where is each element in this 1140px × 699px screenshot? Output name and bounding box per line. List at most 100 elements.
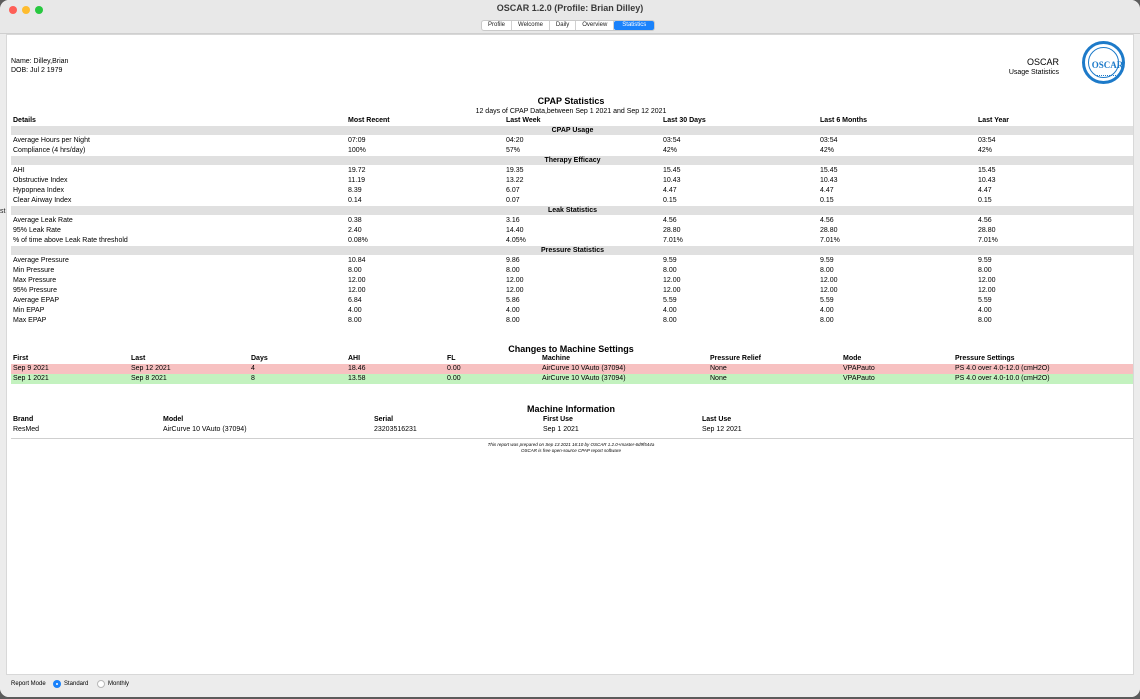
machine-row: ResMed AirCurve 10 VAuto (37094) 232035162… (11, 425, 1133, 435)
patient-info: Name: Dilley,Brian DOB: Jul 2 1979 (11, 57, 68, 75)
cpap-stats-subtitle: 12 days of CPAP Data,between Sep 1 2021 … (475, 108, 667, 115)
tab-statistics[interactable]: Statistics (614, 21, 655, 30)
changes-header-row-cell: FL (447, 355, 456, 362)
section-band: Leak Statistics (11, 206, 1133, 215)
monthly-label[interactable]: Monthly (108, 681, 129, 687)
logo-ring: OSCAR (1088, 47, 1123, 78)
stat-row-cell: 4.05% (506, 237, 526, 244)
stat-row-cell: 8.00 (348, 267, 362, 274)
stat-row-cell: 03:54 (820, 137, 838, 144)
app-window: OSCAR 1.2.0 (Profile: Brian Dilley) Prof… (0, 0, 1140, 697)
tab-overview[interactable]: Overview (576, 21, 615, 30)
standard-radio[interactable] (53, 680, 61, 688)
stat-row-cell: 8.00 (978, 267, 992, 274)
stat-row-cell: Hypopnea Index (13, 187, 64, 194)
stat-row-cell: 100% (348, 147, 366, 154)
stat-row-cell: 4.00 (820, 307, 834, 314)
stat-row-cell: 12.00 (663, 277, 681, 284)
stat-row-cell: 28.80 (820, 227, 838, 234)
cpap-header-row-cell: Most Recent (348, 117, 390, 124)
changes-title: Changes to Machine Settings (508, 344, 634, 354)
stat-row-cell: 10.84 (348, 257, 366, 264)
stat-row-cell: 28.80 (978, 227, 996, 234)
oscar-logo-icon: OSCAR (1082, 41, 1125, 84)
stat-row-cell: 8.00 (978, 317, 992, 324)
settings-row-cell: VPAPauto (843, 365, 875, 372)
stat-row-cell: 12.00 (978, 287, 996, 294)
stat-row-cell: 10.43 (663, 177, 681, 184)
stat-row-cell: Min Pressure (13, 267, 55, 274)
tab-daily[interactable]: Daily (550, 21, 577, 30)
stat-row-cell: 3.16 (506, 217, 520, 224)
patient-dob: DOB: Jul 2 1979 (11, 67, 63, 74)
stat-row-cell: 7.01% (978, 237, 998, 244)
cpap-header-row-cell: Details (13, 117, 36, 124)
monthly-radio[interactable] (97, 680, 105, 688)
stat-row-cell: 4.56 (663, 217, 677, 224)
standard-label[interactable]: Standard (64, 681, 88, 687)
tab-welcome[interactable]: Welcome (512, 21, 550, 30)
machine-header-row-cell: First Use (543, 416, 573, 423)
stat-row-cell: AHI (13, 167, 25, 174)
stat-row-cell: 07:09 (348, 137, 366, 144)
settings-row-cell: AirCurve 10 VAuto (37094) (542, 365, 626, 372)
stat-row-cell: 9.59 (820, 257, 834, 264)
stat-row-cell: 8.00 (506, 267, 520, 274)
stat-row-cell: Average Hours per Night (13, 137, 90, 144)
stat-row-cell: 12.00 (348, 277, 366, 284)
stat-row-cell: 42% (663, 147, 678, 154)
settings-row-cell: 0.00 (447, 365, 461, 372)
stat-row-cell: 0.07 (506, 197, 520, 204)
changes-header-row-cell: Mode (843, 355, 862, 362)
cpap-stats-title: CPAP Statistics (537, 96, 605, 106)
stat-row: Hypopnea Index 8.39 6.07 4.47 4.47 4.47 (11, 186, 1133, 196)
stat-row-cell: 28.80 (663, 227, 681, 234)
settings-row-cell: Sep 9 2021 (13, 365, 49, 372)
stat-row-cell: 4.00 (348, 307, 362, 314)
tab-bar: Profile Welcome Daily Overview Statistic… (481, 20, 656, 31)
stat-row: Min Pressure 8.00 8.00 8.00 8.00 8.00 (11, 266, 1133, 276)
stat-row-cell: % of time above Leak Rate threshold (13, 237, 128, 244)
stat-row-cell: 42% (978, 147, 993, 154)
stat-row-cell: 4.47 (820, 187, 834, 194)
changes-header-row-cell: Pressure Relief (710, 355, 761, 362)
stat-row-cell: 15.45 (820, 167, 838, 174)
section-band: Therapy Efficacy (11, 156, 1133, 165)
changes-header-row-cell: AHI (348, 355, 361, 362)
cpap-header-row: Details Most Recent Last Week Last 30 Days L… (11, 116, 1133, 126)
stat-row-cell: 0.08% (348, 237, 368, 244)
stat-row-cell: 19.35 (506, 167, 524, 174)
stat-row-cell: Compliance (4 hrs/day) (13, 147, 86, 154)
app-name: OSCAR (1026, 57, 1059, 67)
machine-header-row-cell: Model (163, 416, 184, 423)
settings-row-cell: None (710, 365, 727, 372)
stat-row-cell: 0.15 (978, 197, 992, 204)
stat-row: Average Leak Rate 0.38 3.16 4.56 4.56 4.56 (11, 216, 1133, 226)
machine-info-title: Machine Information (526, 404, 615, 414)
patient-name: Name: Dilley,Brian (11, 58, 69, 65)
stat-row-cell: 9.86 (506, 257, 520, 264)
stat-row: Min EPAP 4.00 4.00 4.00 4.00 4.00 (11, 306, 1133, 316)
stat-row-cell: 13.22 (506, 177, 524, 184)
report-mode-label: Report Mode (11, 681, 46, 687)
settings-row-cell: 0.00 (447, 375, 461, 382)
stat-row-cell: 12.00 (820, 277, 838, 284)
statistics-report: Name: Dilley,Brian DOB: Jul 2 1979 OSCAR… (6, 34, 1134, 675)
stat-row-cell: 12.00 (506, 277, 524, 284)
stat-row-cell: Min EPAP (13, 307, 45, 314)
settings-row-cell: VPAPauto (843, 375, 875, 382)
stat-row-cell: 95% Leak Rate (13, 227, 61, 234)
stat-row-cell: 8.00 (820, 267, 834, 274)
stat-row-cell: 4.47 (663, 187, 677, 194)
machine-header-row-cell: Brand (13, 416, 34, 423)
stat-row-cell: 0.15 (663, 197, 677, 204)
settings-row-cell: PS 4.0 over 4.0-10.0 (cmH2O) (955, 375, 1050, 382)
stat-row-cell: 19.72 (348, 167, 366, 174)
stat-row-cell: 5.59 (663, 297, 677, 304)
stat-row-cell: 4.00 (978, 307, 992, 314)
tab-profile[interactable]: Profile (482, 21, 513, 30)
edge-text: st (0, 208, 6, 215)
stat-row-cell: 4.47 (978, 187, 992, 194)
stat-row-cell: 03:54 (663, 137, 681, 144)
stat-row-cell: 5.86 (506, 297, 520, 304)
